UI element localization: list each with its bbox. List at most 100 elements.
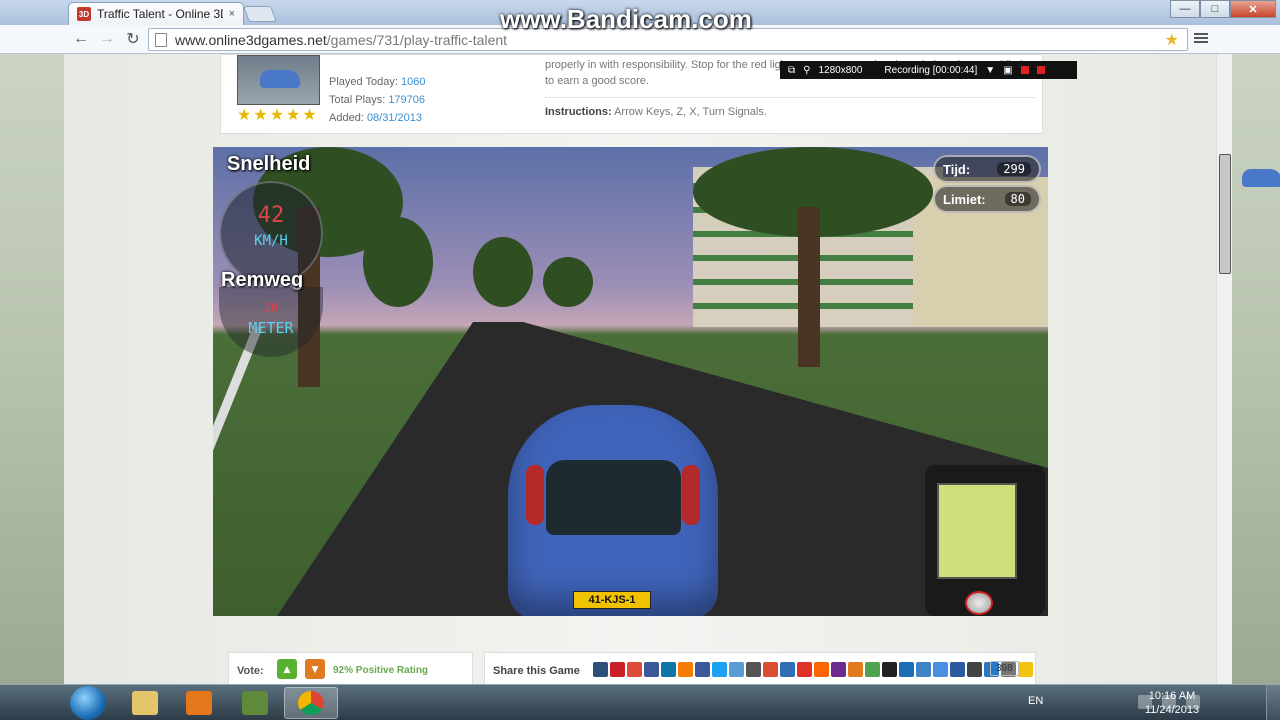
share-service-icon[interactable] (848, 662, 863, 677)
share-service-icon[interactable] (644, 662, 659, 677)
thumbs-up-button[interactable]: ▲ (277, 659, 297, 679)
tail-light (682, 465, 700, 525)
forward-button[interactable]: → (96, 28, 118, 50)
speed-unit: KM/H (254, 233, 288, 249)
share-service-icon[interactable] (933, 662, 948, 677)
share-service-icon[interactable] (746, 662, 761, 677)
share-service-icon[interactable] (865, 662, 880, 677)
share-service-icon[interactable] (610, 662, 625, 677)
brake-value: 20 (263, 301, 279, 315)
magnify-icon[interactable]: ⚲ (803, 65, 810, 76)
close-window-button[interactable]: ✕ (1230, 0, 1276, 18)
tree (473, 237, 533, 307)
added-label: Added: (329, 112, 364, 124)
road-edge-line (213, 327, 263, 616)
chrome-menu-icon[interactable] (1194, 31, 1208, 45)
gps-navigator (925, 465, 1045, 616)
minimize-button[interactable]: — (1170, 0, 1200, 18)
thumbs-down-button[interactable]: ▼ (305, 659, 325, 679)
share-icons (593, 662, 1033, 677)
share-service-icon[interactable] (967, 662, 982, 677)
bandicam-watermark: www.Bandicam.com (500, 4, 752, 34)
total-plays-value: 179706 (388, 94, 426, 106)
game-stats: Played Today: 1060 Total Plays: 179706 A… (329, 73, 425, 127)
share-service-icon[interactable] (593, 662, 608, 677)
time-pill: Tijd: 299 (933, 155, 1041, 183)
reload-button[interactable]: ↻ (122, 28, 144, 50)
share-service-icon[interactable] (780, 662, 795, 677)
instructions-label: Instructions: (545, 106, 612, 118)
share-service-icon[interactable] (899, 662, 914, 677)
vote-box: Vote: ▲ ▼ 92% Positive Rating (228, 652, 473, 684)
language-indicator[interactable]: EN (1028, 695, 1043, 707)
window-controls: — □ ✕ (1170, 0, 1276, 18)
bandicam-recorder-bar: ⧉ ⚲ 1280x800 Recording [00:00:44] ▼ ▣ (780, 61, 1077, 79)
url-domain: www.online3dgames.net (175, 31, 327, 48)
gps-knob (965, 591, 993, 615)
scrollbar-thumb[interactable] (1219, 154, 1280, 274)
share-service-icon[interactable] (763, 662, 778, 677)
back-button[interactable]: ← (70, 28, 92, 50)
share-service-icon[interactable] (627, 662, 642, 677)
share-box: Share this Game 398 (484, 652, 1036, 684)
rating-stars: ★★★★★ (237, 107, 319, 124)
share-service-icon[interactable] (661, 662, 676, 677)
maximize-button[interactable]: □ (1200, 0, 1230, 18)
share-service-icon[interactable] (797, 662, 812, 677)
chrome-taskbar-icon[interactable] (284, 687, 338, 719)
minecraft-taskbar-icon[interactable] (228, 687, 282, 719)
game-thumbnail[interactable] (237, 55, 320, 105)
total-plays-label: Total Plays: (329, 94, 386, 106)
window-icon[interactable]: ⧉ (788, 65, 795, 76)
url-path: /games/731/play-traffic-talent (326, 31, 508, 48)
share-service-icon[interactable] (678, 662, 693, 677)
instructions-text: Arrow Keys, Z, X, Turn Signals. (614, 106, 767, 118)
brake-unit: METER (248, 319, 294, 337)
dropdown-icon[interactable]: ▼ (985, 65, 995, 76)
bookmark-star-icon[interactable]: ★ (1165, 30, 1179, 50)
taskbar-clock[interactable]: 10:16 AM 11/24/2013 (1140, 689, 1204, 717)
site-favicon-icon: 3D (77, 7, 91, 21)
windows-taskbar: EN 10:16 AM 11/24/2013 (0, 684, 1280, 720)
start-button[interactable] (70, 686, 106, 720)
played-today-label: Played Today: (329, 76, 398, 88)
limit-label: Limiet: (943, 191, 986, 207)
explorer-taskbar-icon[interactable] (118, 687, 172, 719)
limit-pill: Limiet: 80 (933, 185, 1041, 213)
page-scrollbar[interactable] (1216, 54, 1280, 684)
share-service-icon[interactable] (831, 662, 846, 677)
tail-light (526, 465, 544, 525)
rear-window (546, 460, 681, 535)
pause-icon[interactable] (1020, 66, 1029, 74)
share-count: 398 (990, 661, 1019, 676)
media-player-taskbar-icon[interactable] (172, 687, 226, 719)
browser-tab[interactable]: 3D Traffic Talent - Online 3D × (68, 2, 244, 25)
share-service-icon[interactable] (882, 662, 897, 677)
camera-icon[interactable]: ▣ (1003, 65, 1012, 76)
game-canvas[interactable]: Snelheid 42 KM/H Remweg 20 METER Tijd: 2… (213, 147, 1048, 616)
tree (543, 257, 593, 307)
show-desktop-button[interactable] (1266, 685, 1280, 720)
tab-close-icon[interactable]: × (229, 8, 235, 20)
vote-label: Vote: (237, 665, 264, 677)
share-service-icon[interactable] (695, 662, 710, 677)
clock-date: 11/24/2013 (1144, 704, 1200, 716)
time-label: Tijd: (943, 161, 971, 177)
speed-label: Snelheid (227, 153, 311, 175)
recording-status: Recording [00:00:44] (884, 64, 978, 76)
player-car: 41-KJS-1 (508, 405, 718, 616)
stop-icon[interactable] (1036, 66, 1045, 74)
share-service-icon[interactable] (916, 662, 931, 677)
share-service-icon[interactable] (1018, 662, 1033, 677)
played-today-value: 1060 (400, 76, 426, 88)
added-value: 08/31/2013 (366, 112, 422, 124)
share-service-icon[interactable] (729, 662, 744, 677)
share-service-icon[interactable] (712, 662, 727, 677)
share-service-icon[interactable] (814, 662, 829, 677)
tab-title: Traffic Talent - Online 3D (97, 7, 223, 21)
new-tab-button[interactable] (243, 6, 277, 22)
limit-value: 80 (1004, 192, 1031, 206)
speed-value: 42 (257, 203, 285, 228)
positive-rating: 92% Positive Rating (333, 665, 429, 676)
share-service-icon[interactable] (950, 662, 965, 677)
